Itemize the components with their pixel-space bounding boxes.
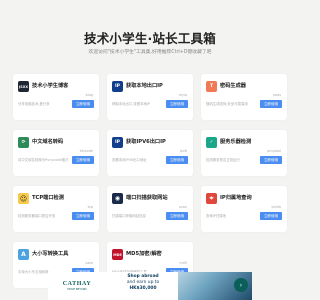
tool-desc: 查询IP归属地 (206, 214, 226, 218)
tool-name: TCP端口检测 (32, 195, 64, 201)
tool-meta: blog (85, 93, 93, 97)
tool-meta: myip (178, 93, 187, 97)
tool-name: 大小写转换工具 (32, 251, 69, 257)
location-icon: ⌖ (206, 193, 217, 204)
tool-card-blog[interactable]: JSXX 技术小学生博客 blog 分享电脑技术,爱分享 立即使用 (13, 74, 99, 120)
ad-arrow-icon[interactable]: › (234, 278, 248, 292)
page-title: 技术小学生·站长工具箱 (84, 31, 216, 46)
tool-meta: pass (273, 93, 281, 97)
use-button[interactable]: 立即使用 (260, 212, 282, 220)
ad-brand-block: CATHAY MOVE BEYOND (48, 272, 106, 300)
tool-meta: ipinfo (271, 205, 281, 209)
ad-line-3: HK$30,000 (129, 286, 157, 291)
tool-card-idn[interactable]: ⟳ 中文域名转码 idncode 将中文域名转换为Punycode格式 立即使用 (13, 130, 99, 176)
tool-name: 获取本地出口IP (126, 83, 163, 89)
tool-desc: 随机生成密码,安全可靠易用 (206, 102, 248, 106)
tool-card-password[interactable]: T 密码生成器 pass 随机生成密码,安全可靠易用 立即使用 (201, 74, 287, 120)
ad-brand-sub: MOVE BEYOND (67, 288, 87, 291)
tool-desc: 查看本地IPV6出口地址 (112, 158, 147, 162)
ip-icon: IP (112, 81, 123, 92)
tool-meta: idncode (79, 149, 93, 153)
ad-copy: Shop abroad and earn up to HK$30,000 (110, 274, 176, 298)
convert-icon: ⟳ (18, 137, 29, 148)
ip-icon: IP (112, 137, 123, 148)
blog-icon: JSXX (18, 81, 29, 92)
md5-icon: MD5 (112, 249, 123, 260)
tool-desc: 获取本地出口,查看本地IP (112, 102, 151, 106)
tool-name: 中文域名转码 (32, 139, 64, 145)
tool-meta: scan (179, 205, 187, 209)
tool-card-ping[interactable]: ✓ 服务乐器检测 pingtool 检测服务是否正常运行 立即使用 (201, 130, 287, 176)
tool-card-ipv6[interactable]: IP 获取IPV6出口IP ipv6 查看本地IPV6出口地址 立即使用 (107, 130, 193, 176)
tool-desc: 将中文域名转换为Punycode格式 (18, 158, 68, 162)
tool-card-tcp[interactable]: ☺ TCP端口检测 tcp 检测服务器端口是否开放 立即使用 (13, 186, 99, 232)
tool-desc: 字母大小写互相转换 (18, 270, 49, 274)
tool-desc: 检测服务是否正常运行 (206, 158, 240, 162)
text-case-icon: A (18, 249, 29, 260)
ad-banner[interactable]: CATHAY MOVE BEYOND Shop abroad and earn … (48, 272, 252, 300)
use-button[interactable]: 立即使用 (166, 156, 188, 164)
tool-name: 服务乐器检测 (220, 139, 252, 145)
scan-icon: ◉ (112, 193, 123, 204)
ad-brand: CATHAY (62, 281, 92, 287)
use-button[interactable]: 立即使用 (260, 100, 282, 108)
password-icon: T (206, 81, 217, 92)
tool-meta: ipv6 (179, 149, 187, 153)
use-button[interactable]: 立即使用 (166, 100, 188, 108)
smiley-icon: ☺ (18, 193, 29, 204)
use-button[interactable]: 立即使用 (72, 100, 94, 108)
tool-meta: pingtool (267, 149, 281, 153)
tool-card-myip[interactable]: IP 获取本地出口IP myip 获取本地出口,查看本地IP 立即使用 (107, 74, 193, 120)
page-subtitle: 欢迎访问"技术小学生"工具集,好用推荐Ctrl+D键收藏了吧 (88, 50, 212, 55)
tool-card-scan[interactable]: ◉ 端口扫描获取网站 scan 扫描端口获取网站信息 立即使用 (107, 186, 193, 232)
tool-name: 技术小学生博客 (32, 83, 69, 89)
tool-meta: tcp (87, 205, 93, 209)
use-button[interactable]: 立即使用 (166, 212, 188, 220)
tool-name: IP归属地查询 (220, 195, 252, 201)
tool-desc: 扫描端口获取网站信息 (112, 214, 146, 218)
tool-name: 获取IPV6出口IP (126, 139, 166, 145)
tool-meta: case (85, 261, 93, 265)
tool-desc: 分享电脑技术,爱分享 (18, 102, 50, 106)
tool-name: 密码生成器 (220, 83, 246, 89)
tool-name: MD5加密/解密 (126, 251, 162, 257)
use-button[interactable]: 立即使用 (260, 156, 282, 164)
use-button[interactable]: 立即使用 (72, 212, 94, 220)
tool-meta: md5 (179, 261, 187, 265)
tool-name: 端口扫描获取网站 (126, 195, 168, 201)
use-button[interactable]: 立即使用 (72, 156, 94, 164)
tool-grid: JSXX 技术小学生博客 blog 分享电脑技术,爱分享 立即使用 IP 获取本… (13, 74, 287, 288)
tool-desc: 检测服务器端口是否开放 (18, 214, 56, 218)
tool-card-ipinfo[interactable]: ⌖ IP归属地查询 ipinfo 查询IP归属地 立即使用 (201, 186, 287, 232)
check-icon: ✓ (206, 137, 217, 148)
